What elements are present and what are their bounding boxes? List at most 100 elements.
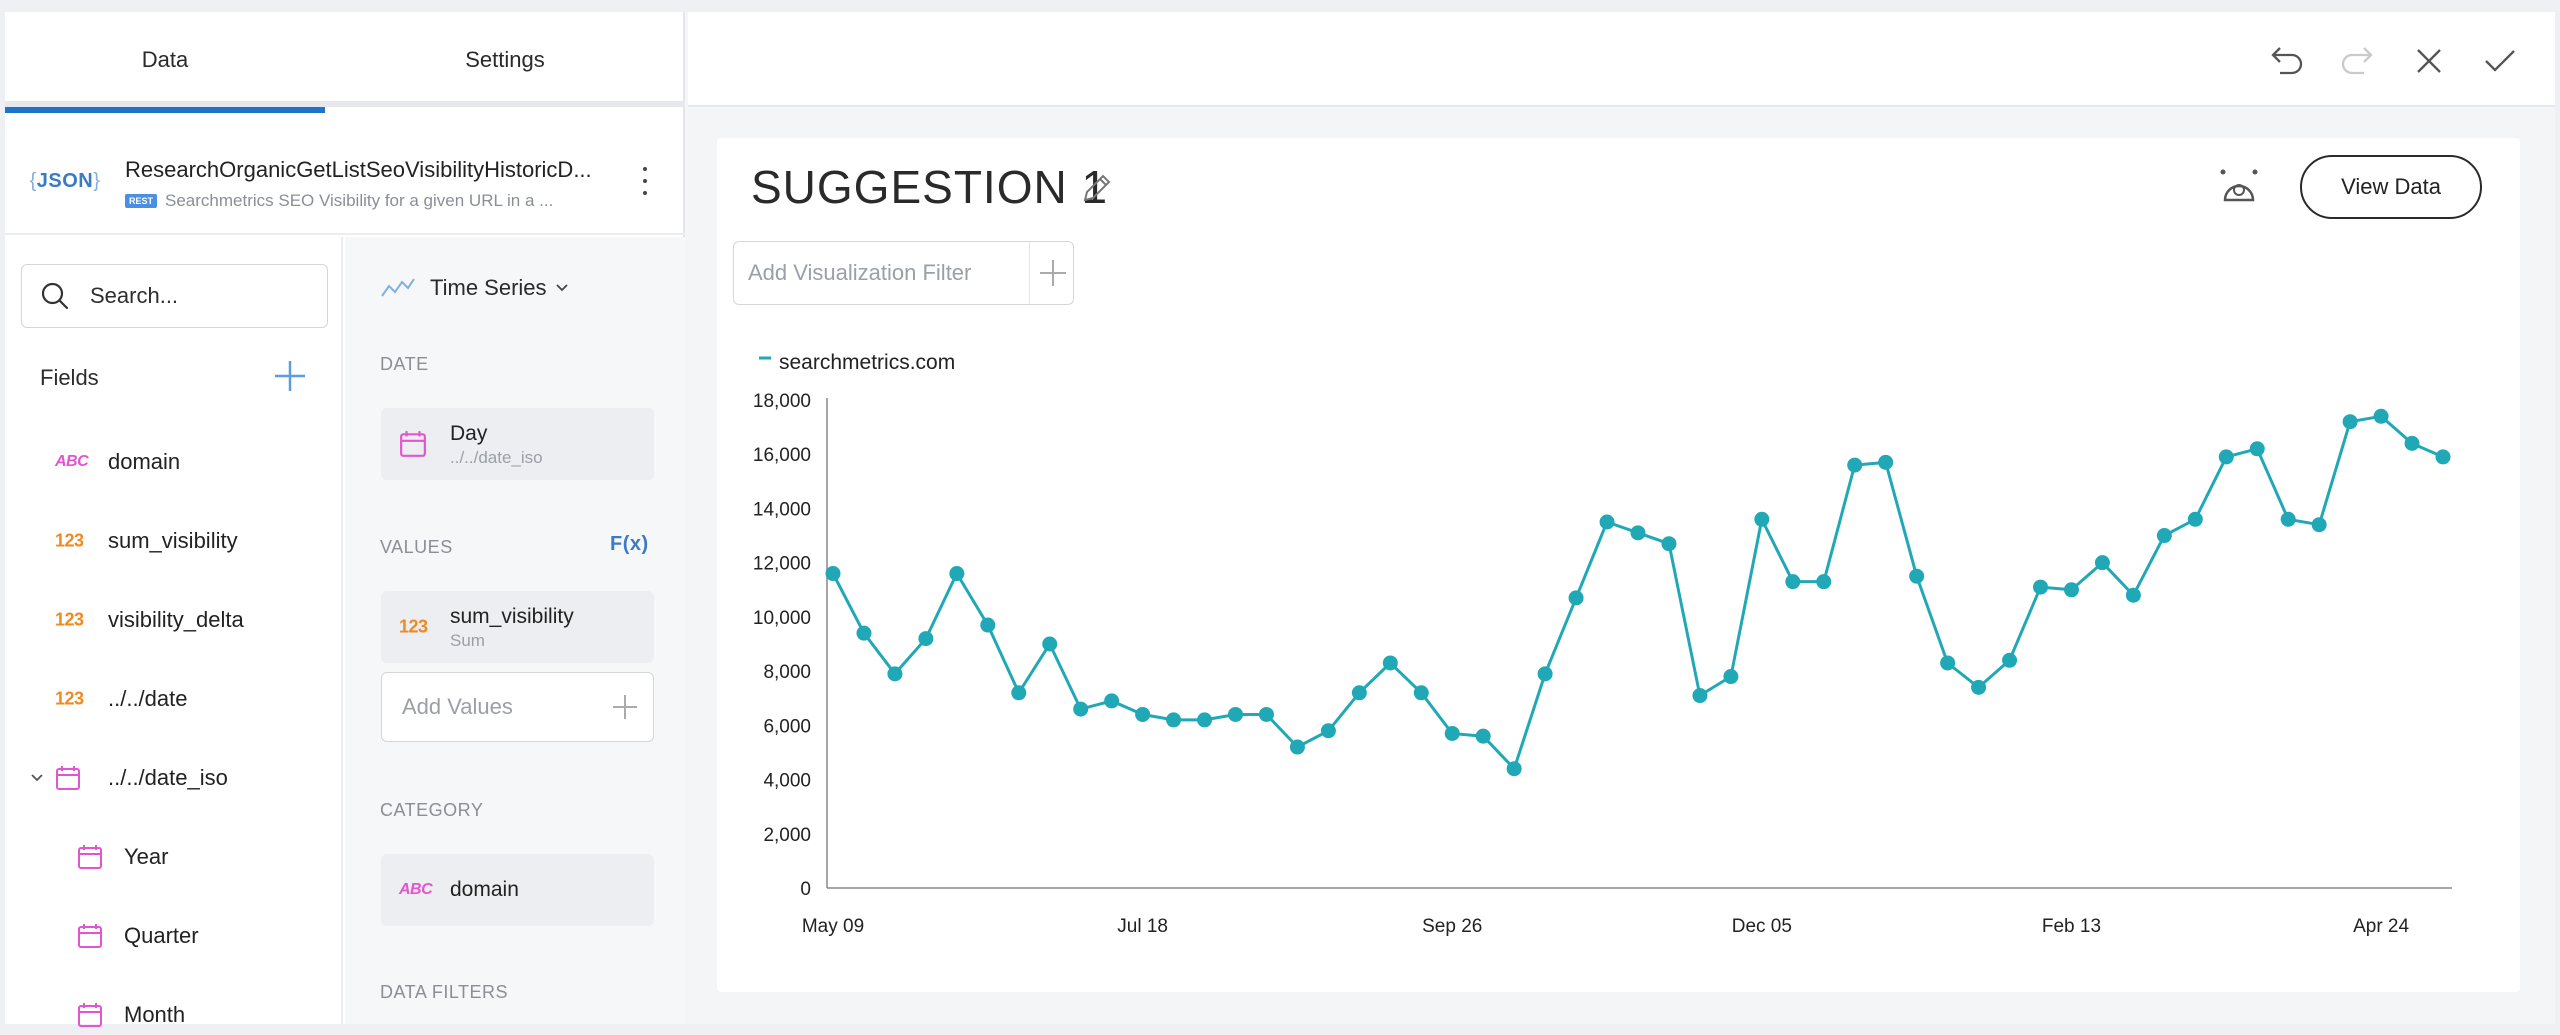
data-point — [1878, 454, 1894, 470]
field-label: Year — [124, 844, 169, 869]
data-source-title: ResearchOrganicGetListSeoVisibilityHisto… — [125, 157, 592, 182]
data-point — [1197, 712, 1213, 728]
data-point — [1816, 574, 1832, 590]
data-point — [918, 631, 934, 647]
tab-data[interactable]: Data — [5, 12, 325, 107]
visualization-card: SUGGESTION 1 View Data Add Visualization… — [717, 138, 2520, 992]
add-values-label: Add Values — [402, 694, 513, 719]
data-point — [1320, 723, 1336, 739]
redo-icon[interactable] — [2338, 41, 2378, 81]
field-item-date-iso[interactable]: ../../date_iso — [5, 753, 343, 803]
close-icon[interactable] — [2409, 41, 2449, 81]
tab-settings[interactable]: Settings — [345, 12, 665, 107]
data-point — [1723, 669, 1739, 685]
add-field-icon[interactable] — [273, 359, 307, 393]
values-section-label: VALUES — [380, 537, 453, 557]
field-item-quarter[interactable]: Quarter — [5, 911, 343, 961]
data-filters-section-label: DATA FILTERS — [380, 982, 509, 1002]
field-item-month[interactable]: Month — [5, 990, 343, 1035]
undo-icon[interactable] — [2266, 41, 2306, 81]
x-tick-label: Dec 05 — [1732, 916, 1792, 937]
field-label: ../../date_iso — [108, 765, 228, 790]
y-tick-label: 16,000 — [753, 445, 811, 466]
data-point — [2249, 441, 2265, 457]
calendar-icon — [78, 924, 102, 948]
field-label: domain — [108, 449, 181, 474]
calendar-icon — [56, 766, 80, 790]
more-options-icon[interactable] — [635, 163, 655, 199]
field-label: ../../date — [108, 686, 188, 711]
field-item-domain[interactable]: ABC domain — [5, 437, 343, 487]
category-field-name: domain — [450, 878, 519, 901]
chevron-down-icon[interactable] — [30, 773, 44, 783]
data-point — [887, 666, 903, 682]
add-values-dropzone[interactable]: Add Values — [381, 672, 654, 742]
y-tick-label: 12,000 — [753, 554, 811, 575]
x-tick-label: Feb 13 — [2042, 916, 2101, 937]
number-type-icon: 123 — [55, 688, 84, 709]
data-point — [1228, 706, 1243, 722]
category-field-pill[interactable]: ABC domain — [381, 854, 654, 926]
data-point — [1661, 536, 1677, 552]
y-tick-label: 4,000 — [763, 771, 811, 792]
rest-badge: REST — [125, 194, 158, 208]
data-point — [1909, 568, 1925, 584]
field-label: visibility_delta — [108, 607, 244, 632]
data-point — [1444, 725, 1460, 741]
data-point — [1568, 590, 1584, 606]
fields-column: Search... Fields ABC domain 123 sum_visi… — [5, 237, 343, 1027]
data-point — [1289, 739, 1305, 755]
field-item-visibility-delta[interactable]: 123 visibility_delta — [5, 595, 343, 645]
visualization-type-selector[interactable]: Time Series — [380, 275, 569, 301]
data-point — [2404, 435, 2420, 451]
panel-tabs: Data Settings — [5, 12, 685, 113]
calendar-icon — [400, 431, 426, 457]
x-tick-label: Sep 26 — [1422, 916, 1482, 937]
fields-heading: Fields — [40, 365, 99, 390]
category-section-label: CATEGORY — [380, 800, 484, 820]
data-point — [2435, 449, 2451, 465]
data-point — [2002, 652, 2018, 668]
data-point — [1413, 685, 1429, 701]
data-point — [1785, 574, 1801, 590]
date-field-name: Day — [450, 422, 488, 445]
x-tick-label: Apr 24 — [2353, 916, 2409, 937]
field-search-input[interactable]: Search... — [21, 264, 328, 328]
data-point — [1073, 701, 1089, 717]
field-label: Month — [124, 1002, 186, 1027]
data-point — [1382, 655, 1398, 671]
x-tick-label: Jul 18 — [1117, 916, 1168, 937]
values-field-pill[interactable]: 123 sum_visibility Sum — [381, 591, 654, 663]
y-tick-label: 0 — [800, 879, 811, 900]
data-point — [2218, 449, 2234, 465]
chevron-down-icon — [555, 284, 568, 292]
number-type-icon: 123 — [55, 609, 84, 630]
data-point — [1166, 712, 1182, 728]
data-source-header: {JSON} ResearchOrganicGetListSeoVisibili… — [5, 113, 685, 235]
data-point — [856, 625, 872, 641]
y-tick-label: 8,000 — [763, 662, 811, 683]
time-series-chart: 0 2,000 4,000 6,000 8,000 10,000 12,000 14,000 1… — [753, 351, 2452, 937]
y-tick-label: 6,000 — [763, 716, 811, 737]
data-point — [1537, 666, 1553, 682]
field-item-year[interactable]: Year — [5, 832, 343, 882]
date-field-pill[interactable]: Day ../../date_iso — [381, 408, 654, 480]
formula-button[interactable]: F(x) — [610, 533, 649, 556]
field-label: sum_visibility — [108, 528, 238, 553]
legend-label: searchmetrics.com — [779, 351, 955, 374]
data-point — [1754, 511, 1770, 527]
data-point — [2094, 555, 2110, 571]
data-point — [1135, 706, 1151, 722]
visualization-config-column: Time Series DATE Day ../../date_iso VALU… — [345, 237, 685, 1024]
text-type-icon: ABC — [399, 881, 433, 898]
confirm-check-icon[interactable] — [2480, 41, 2520, 81]
search-placeholder: Search... — [90, 283, 179, 308]
data-point — [1475, 728, 1491, 744]
field-item-date[interactable]: 123 ../../date — [5, 674, 343, 724]
y-tick-label: 10,000 — [753, 608, 811, 629]
json-icon: {JSON} — [29, 169, 101, 192]
calendar-icon — [78, 1003, 102, 1027]
field-item-sum-visibility[interactable]: 123 sum_visibility — [5, 516, 343, 566]
data-point — [1692, 688, 1708, 704]
data-point — [2280, 511, 2296, 527]
